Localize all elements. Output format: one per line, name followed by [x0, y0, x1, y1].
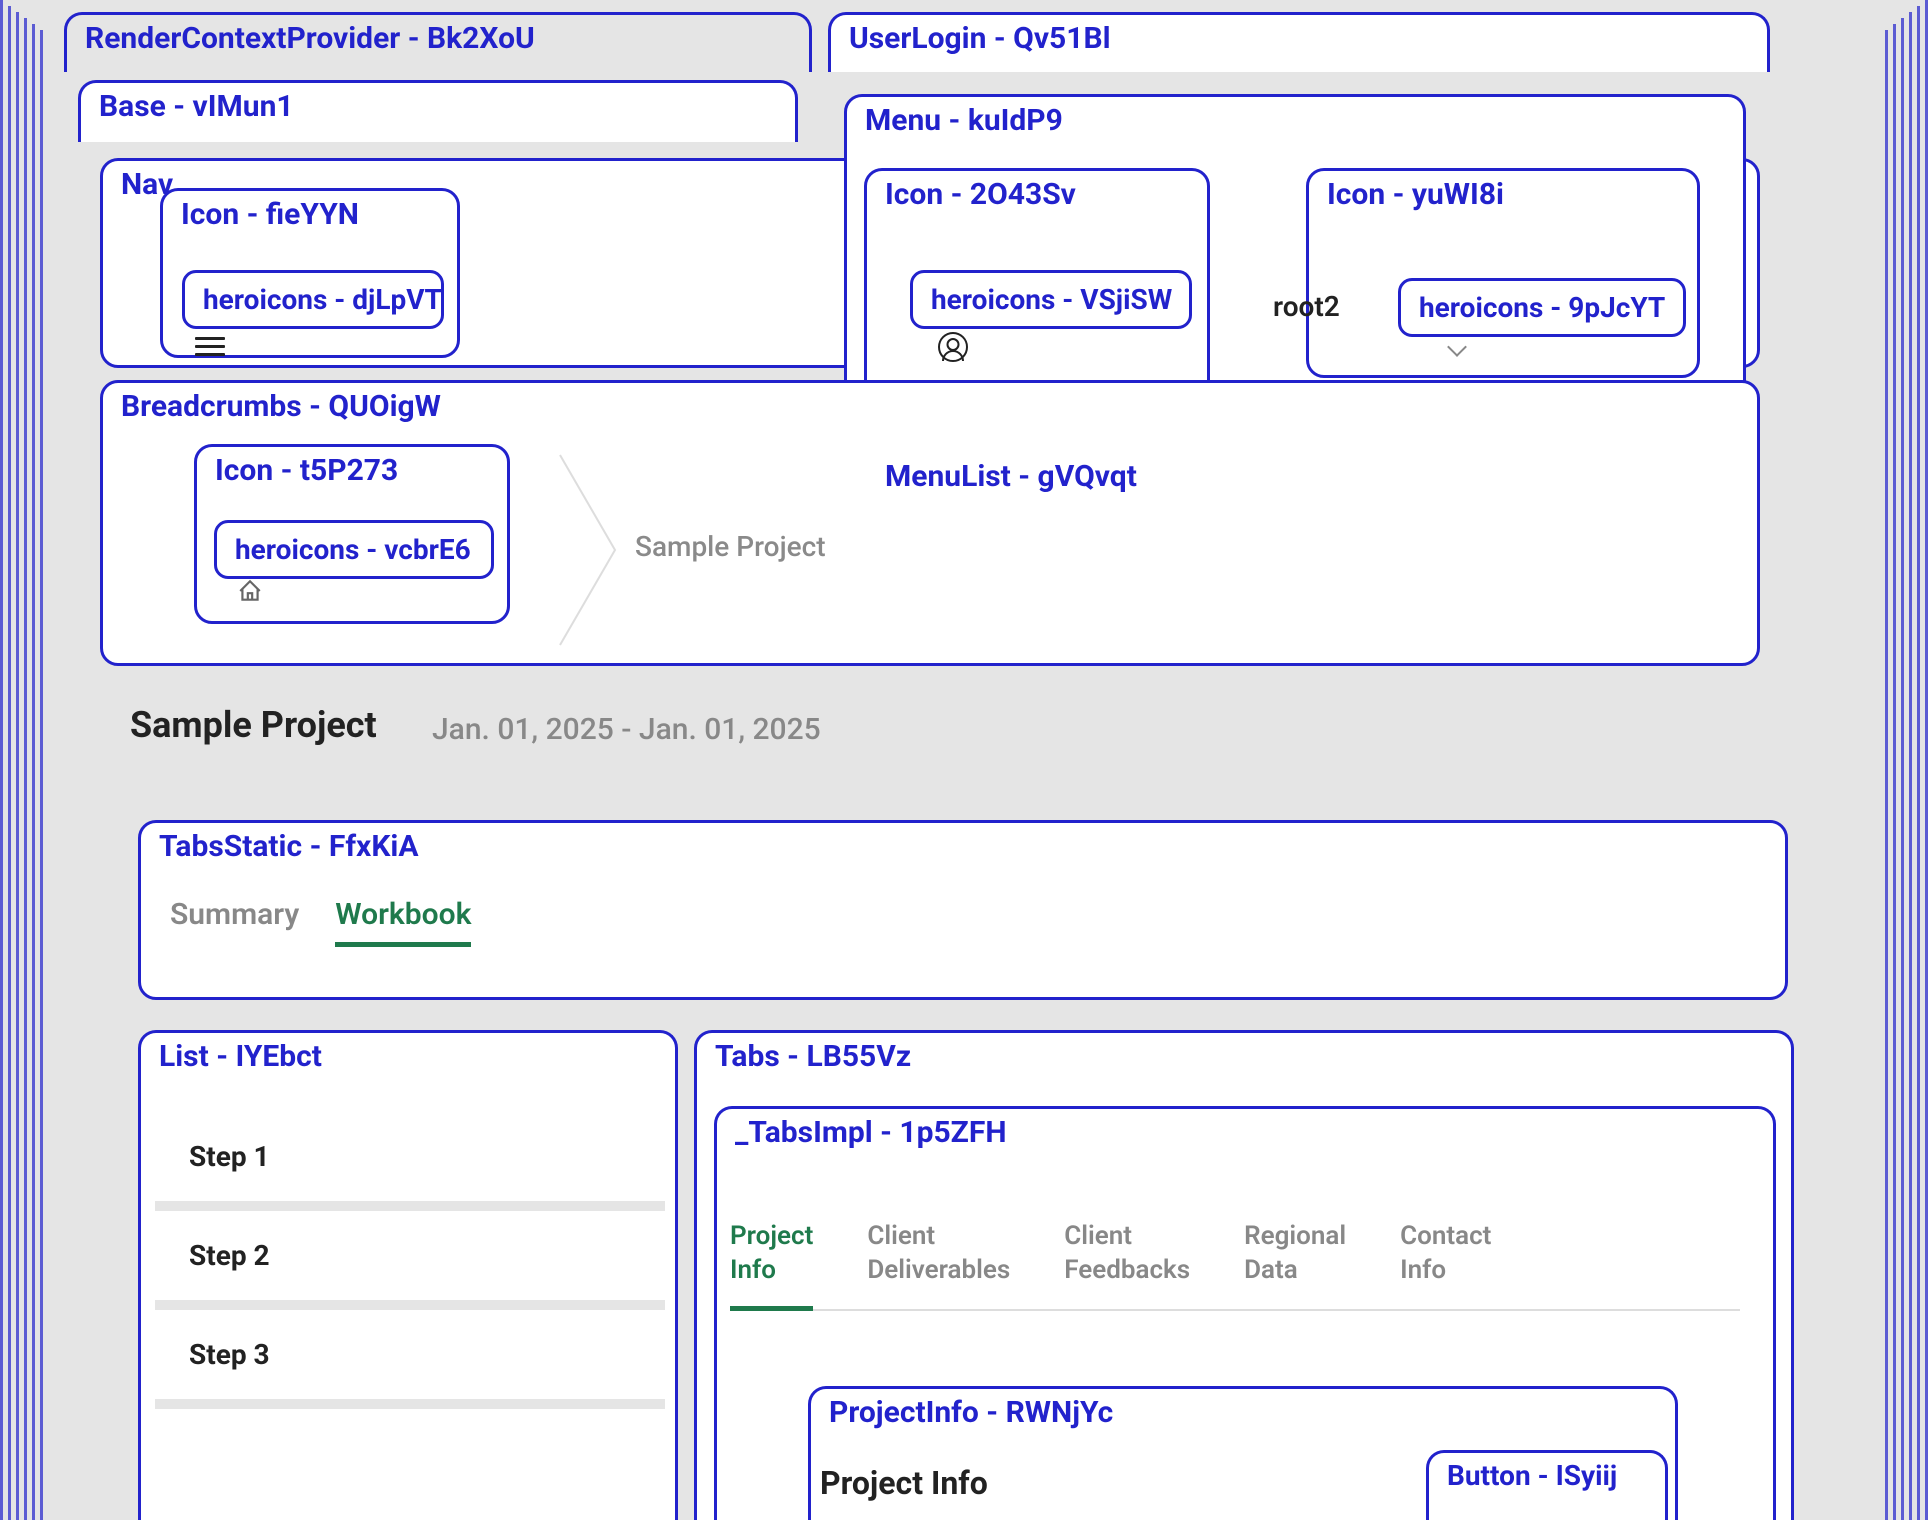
- overlay-label: Menu - kuIdP9: [865, 103, 1063, 138]
- overlay-label: RenderContextProvider - Bk2XoU: [85, 21, 535, 56]
- tab-project-info[interactable]: Project Info: [730, 1220, 813, 1311]
- overlay-label: Breadcrumbs - QUOigW: [121, 389, 441, 424]
- page-date-range: Jan. 01, 2025 - Jan. 01, 2025: [432, 712, 821, 747]
- overlay-label: _TabsImpl - 1p5ZFH: [735, 1115, 1007, 1150]
- overlay-label: MenuList - gVQvqt: [885, 459, 1137, 494]
- overlay-label: ProjectInfo - RWNjYc: [829, 1395, 1113, 1430]
- home-icon[interactable]: [236, 578, 264, 604]
- user-avatar-icon[interactable]: [938, 332, 968, 362]
- overlay-heroicons-chevron: heroicons - 9pJcYT: [1398, 278, 1686, 337]
- username-label: root2: [1273, 290, 1340, 323]
- step-list: Step 1 Step 2 Step 3: [155, 1112, 665, 1409]
- tabs-static: Summary Workbook: [170, 897, 471, 947]
- overlay-label: Icon - yuWI8i: [1327, 177, 1504, 212]
- list-item[interactable]: Step 3: [155, 1310, 665, 1409]
- breadcrumb-item[interactable]: Sample Project: [635, 530, 826, 563]
- overlay-button[interactable]: Button - ISyiij: [1426, 1450, 1668, 1520]
- overlay-base: Base - vIMun1: [78, 80, 798, 142]
- page-title: Sample Project: [130, 704, 377, 746]
- overlay-label: Icon - 2O43Sv: [885, 177, 1076, 212]
- overlay-label: UserLogin - Qv51Bl: [849, 21, 1111, 56]
- overlay-label: List - IYEbct: [159, 1039, 322, 1074]
- overlay-label: Icon - fieYYN: [181, 197, 359, 232]
- overlay-heroicons-home: heroicons - vcbrE6: [214, 520, 494, 579]
- overlay-label: Tabs - LB55Vz: [715, 1039, 911, 1074]
- overlay-label: TabsStatic - FfxKiA: [159, 829, 419, 864]
- overlay-render-context: RenderContextProvider - Bk2XoU: [64, 12, 812, 72]
- tabs-impl: Project Info Client Deliverables Client …: [730, 1220, 1740, 1311]
- tab-client-feedbacks[interactable]: Client Feedbacks: [1064, 1220, 1190, 1309]
- tab-summary[interactable]: Summary: [170, 897, 299, 947]
- overlay-icon-chevron: Icon - yuWI8i: [1306, 168, 1700, 378]
- tab-regional-data[interactable]: Regional Data: [1244, 1220, 1346, 1309]
- hamburger-menu-icon[interactable]: [195, 332, 225, 356]
- overlay-label: Button - ISyiij: [1447, 1459, 1617, 1492]
- tab-workbook[interactable]: Workbook: [335, 897, 471, 947]
- tab-contact-info[interactable]: Contact Info: [1400, 1220, 1491, 1309]
- list-item[interactable]: Step 1: [155, 1112, 665, 1211]
- list-item[interactable]: Step 2: [155, 1211, 665, 1310]
- overlay-heroicons-hamburger: heroicons - djLpVT: [182, 270, 444, 329]
- overlay-label: Base - vIMun1: [99, 89, 294, 124]
- overlay-heroicons-user: heroicons - VSjiSW: [910, 270, 1192, 329]
- chevron-down-icon[interactable]: [1448, 344, 1466, 354]
- project-info-heading: Project Info: [820, 1464, 988, 1502]
- overlay-nav-label: Nav: [121, 167, 173, 202]
- overlay-user-login: UserLogin - Qv51Bl: [828, 12, 1770, 72]
- overlay-label: Icon - t5P273: [215, 453, 398, 488]
- tab-client-deliverables[interactable]: Client Deliverables: [867, 1220, 1010, 1309]
